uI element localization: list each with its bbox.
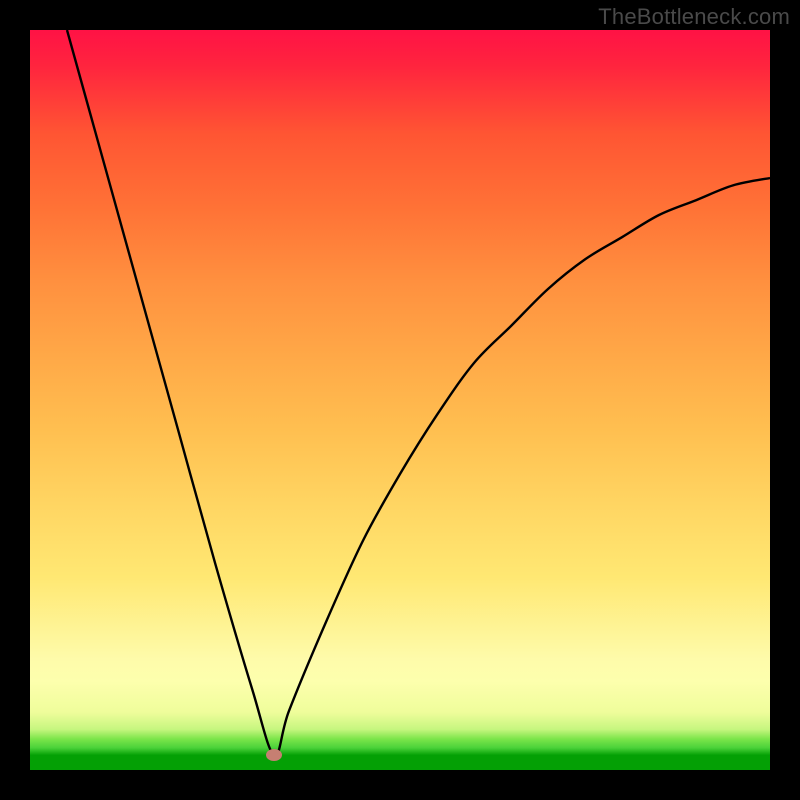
optimal-marker: [266, 749, 282, 761]
plot-area: [30, 30, 770, 770]
watermark-label: TheBottleneck.com: [598, 4, 790, 30]
chart-frame: TheBottleneck.com: [0, 0, 800, 800]
bottleneck-curve: [30, 30, 770, 770]
